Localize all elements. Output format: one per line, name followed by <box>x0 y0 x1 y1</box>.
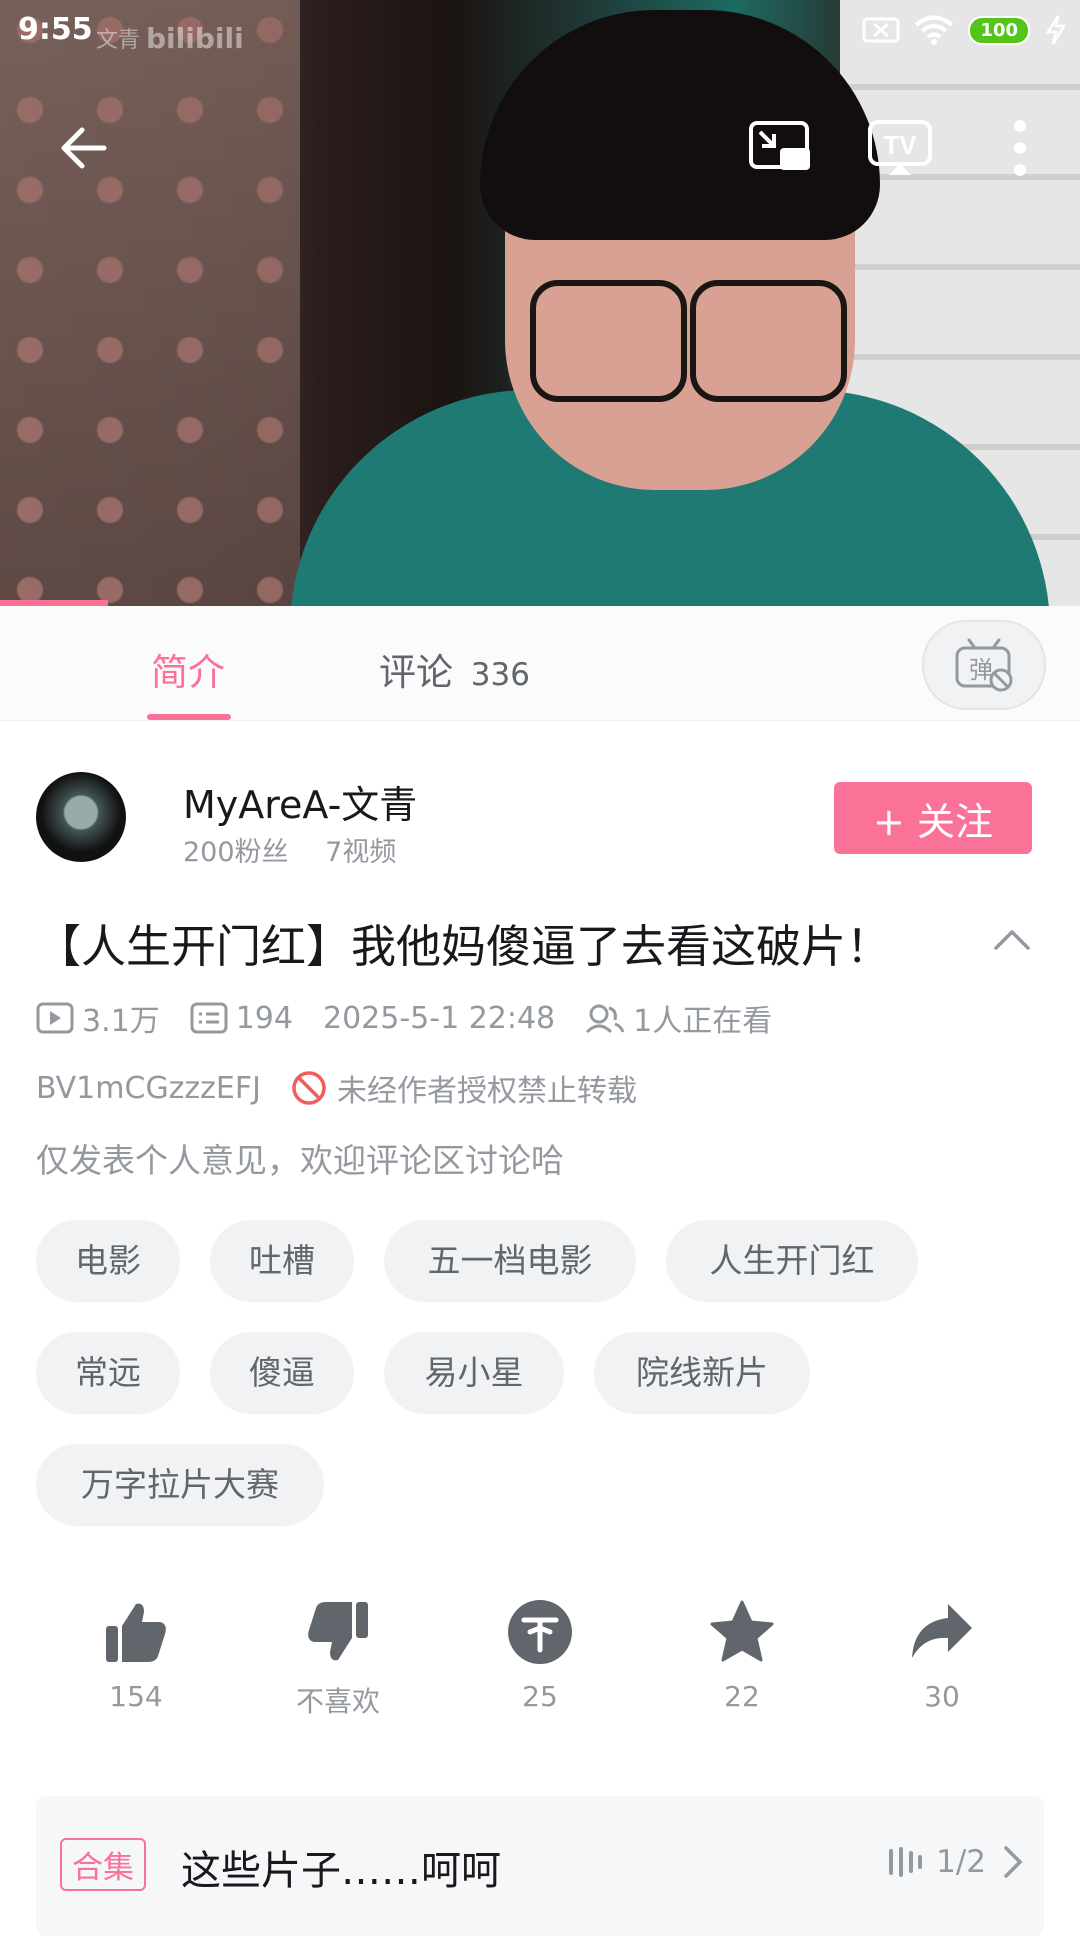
like-count: 154 <box>109 1680 163 1713</box>
collection-progress: 1/2 <box>888 1844 1024 1880</box>
watermark-text: 文青 <box>96 28 141 53</box>
no-repost-icon <box>292 1071 326 1105</box>
status-icons: 100 <box>862 14 1068 46</box>
tag-item[interactable]: 常远 <box>36 1332 180 1414</box>
danmaku-count-value: 194 <box>235 1000 293 1036</box>
danmaku-count: 194 <box>190 1001 293 1036</box>
share-count: 30 <box>924 1680 960 1713</box>
publish-date: 2025-5-1 22:48 <box>322 1000 556 1036</box>
more-vertical-icon <box>1014 120 1026 176</box>
uploader-fans: 200粉丝 <box>183 837 289 868</box>
watermark-brand: bilibili <box>146 22 244 55</box>
viewers-icon <box>586 1004 625 1034</box>
copyright-notice: 未经作者授权禁止转载 <box>291 1066 637 1110</box>
wifi-icon <box>915 15 954 45</box>
video-player[interactable]: 9:55 文青 bilibili 100 TV <box>0 0 1080 606</box>
star-icon <box>710 1600 774 1662</box>
tag-item[interactable]: 吐槽 <box>210 1220 354 1302</box>
chevron-right-icon <box>1004 1846 1023 1878</box>
follow-button[interactable]: + 关注 <box>834 782 1032 854</box>
uploader-name[interactable]: MyAreA-文青 <box>183 774 417 829</box>
share-icon <box>912 1604 972 1658</box>
charging-icon <box>1045 15 1067 45</box>
tag-item[interactable]: 万字拉片大赛 <box>36 1444 324 1526</box>
chevron-up-icon <box>994 930 1030 950</box>
status-time: 9:55 <box>18 12 93 47</box>
uploader-videos: 7视频 <box>325 837 397 868</box>
tab-active-indicator <box>147 714 231 720</box>
coin-button[interactable]: 25 <box>470 1598 610 1713</box>
more-button[interactable] <box>980 108 1060 188</box>
tab-intro[interactable]: 简介 <box>151 642 225 696</box>
watching-now: 1人正在看 <box>585 996 772 1040</box>
danmaku-toggle[interactable]: 弹 <box>922 620 1046 710</box>
playlist-icon <box>889 1847 923 1877</box>
tab-comments-label: 评论 <box>379 651 453 694</box>
notification-off-icon <box>862 17 900 43</box>
uploader-stats: 200粉丝 7视频 <box>183 830 396 869</box>
copyright-text: 未经作者授权禁止转载 <box>337 1074 637 1109</box>
tag-item[interactable]: 傻逼 <box>210 1332 354 1414</box>
bvid[interactable]: BV1mCGzzzEFJ <box>36 1071 261 1106</box>
collection-card[interactable]: 合集 这些片子……呵呵 1/2 <box>36 1796 1044 1936</box>
share-button[interactable]: 30 <box>872 1598 1012 1713</box>
svg-text:TV: TV <box>883 130 917 160</box>
bvid-row: BV1mCGzzzEFJ 未经作者授权禁止转载 <box>36 1066 637 1110</box>
view-count-value: 3.1万 <box>82 1004 160 1039</box>
favorite-count: 22 <box>724 1680 760 1713</box>
thumbs-up-icon <box>106 1603 166 1662</box>
play-count-icon <box>36 1002 74 1034</box>
collection-progress-value: 1/2 <box>936 1844 986 1880</box>
like-button[interactable]: 154 <box>66 1598 206 1713</box>
collection-badge: 合集 <box>60 1838 146 1891</box>
collection-title: 这些片子……呵呵 <box>181 1848 501 1894</box>
tag-item[interactable]: 五一档电影 <box>384 1220 636 1302</box>
tv-cast-icon: TV <box>868 120 932 175</box>
coin-icon <box>508 1600 572 1664</box>
tv-cast-button[interactable]: TV <box>860 108 940 188</box>
video-description: 仅发表个人意见，欢迎评论区讨论哈 <box>36 1141 564 1180</box>
video-frame-glasses-right <box>690 280 847 402</box>
collapse-button[interactable] <box>990 918 1034 962</box>
svg-text:弹: 弹 <box>969 656 993 684</box>
favorite-button[interactable]: 22 <box>672 1598 812 1713</box>
video-meta: 3.1万 194 2025-5-1 22:48 1人正在看 <box>36 996 802 1040</box>
tab-comments[interactable]: 评论 336 <box>379 642 530 696</box>
tag-item[interactable]: 人生开门红 <box>666 1220 918 1302</box>
tab-comments-count: 336 <box>470 657 530 693</box>
watching-now-value: 1人正在看 <box>633 1004 773 1039</box>
video-title: 【人生开门红】我他妈傻逼了去看这破片！ <box>36 920 892 973</box>
battery-indicator: 100 <box>968 15 1030 45</box>
watermark: 文青 bilibili <box>96 22 244 55</box>
danmaku-off-icon: 弹 <box>955 638 1013 692</box>
danmaku-count-icon <box>190 1002 228 1034</box>
coin-count: 25 <box>522 1680 558 1713</box>
back-arrow-icon <box>61 127 107 169</box>
dislike-button[interactable]: 不喜欢 <box>268 1598 408 1720</box>
back-button[interactable] <box>44 108 124 188</box>
video-frame-person-hair <box>480 10 880 240</box>
pip-button[interactable] <box>740 108 820 188</box>
tag-item[interactable]: 电影 <box>36 1220 180 1302</box>
video-frame-glasses-left <box>530 280 687 402</box>
tag-item[interactable]: 易小星 <box>384 1332 564 1414</box>
view-count: 3.1万 <box>36 996 160 1040</box>
video-frame-wallpaper <box>0 0 300 606</box>
tab-bar: 简介 评论 336 弹 <box>0 606 1080 721</box>
dislike-label: 不喜欢 <box>295 1685 380 1718</box>
thumbs-down-icon <box>308 1602 368 1661</box>
uploader-avatar[interactable] <box>36 772 126 862</box>
tag-item[interactable]: 院线新片 <box>594 1332 810 1414</box>
tab-intro-label: 简介 <box>151 651 225 694</box>
picture-in-picture-icon <box>749 121 810 170</box>
